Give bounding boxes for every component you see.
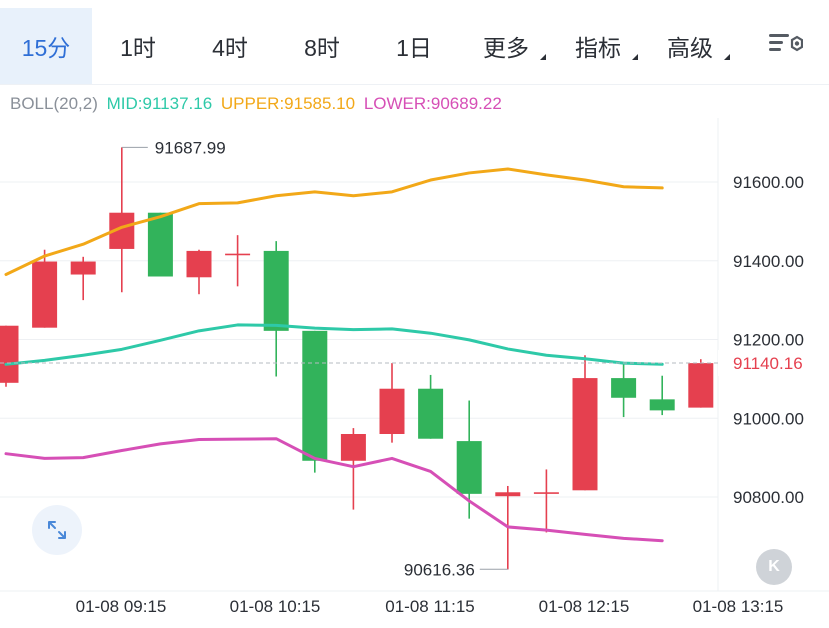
candle-body xyxy=(225,253,251,256)
boll-mid-line xyxy=(4,323,664,366)
tab-indicators[interactable]: 指标 xyxy=(552,8,644,84)
y-tick-label: 90800.00 xyxy=(733,488,804,507)
tab-15min[interactable]: 15分 xyxy=(0,8,92,84)
tab-4h[interactable]: 4时 xyxy=(184,8,276,84)
boll-legend: BOLL(20,2) MID:91137.16 UPPER:91585.10 L… xyxy=(10,94,506,114)
candle-body xyxy=(0,325,19,383)
tab-more[interactable]: 更多 xyxy=(460,8,552,84)
candle-body xyxy=(186,250,212,278)
y-tick-label: 91000.00 xyxy=(733,409,804,428)
candle-body xyxy=(572,378,598,491)
min-price-label: 90616.36 xyxy=(404,560,475,579)
last-price-label: 91140.16 xyxy=(733,354,803,373)
caret-down-icon xyxy=(540,54,546,60)
caret-down-icon xyxy=(632,54,638,60)
interval-tab-bar: 15分 1时 4时 8时 1日 更多 指标 高级 xyxy=(0,8,829,85)
boll-mid-value: MID:91137.16 xyxy=(106,94,213,113)
x-tick-label: 01-08 10:15 xyxy=(230,597,321,616)
candle-body xyxy=(688,363,714,408)
candle-body xyxy=(263,250,289,331)
candle-body xyxy=(147,212,173,277)
chart-settings-icon[interactable] xyxy=(767,28,804,58)
candle-body xyxy=(495,492,521,497)
boll-lower-line xyxy=(4,437,664,543)
candle-body xyxy=(302,330,328,461)
candle-body xyxy=(379,388,405,434)
boll-name: BOLL(20,2) xyxy=(10,94,98,113)
candle-body xyxy=(418,388,444,439)
tab-8h[interactable]: 8时 xyxy=(276,8,368,84)
x-tick-label: 01-08 12:15 xyxy=(539,597,630,616)
boll-lower-value: LOWER:90689.22 xyxy=(363,94,502,113)
caret-down-icon xyxy=(724,54,730,60)
y-tick-label: 91200.00 xyxy=(733,331,804,350)
tab-1d[interactable]: 1日 xyxy=(368,8,460,84)
candle-body xyxy=(32,261,58,328)
y-tick-label: 91600.00 xyxy=(733,173,804,192)
candle-body xyxy=(340,434,366,461)
candle-body xyxy=(533,492,559,494)
candle-body xyxy=(70,261,96,275)
k-collapse-icon[interactable]: K xyxy=(756,549,792,585)
boll-upper-line xyxy=(4,167,664,277)
candle-body xyxy=(456,441,482,494)
tab-1h[interactable]: 1时 xyxy=(92,8,184,84)
candle-body xyxy=(649,399,675,411)
max-price-label: 91687.99 xyxy=(155,138,226,157)
candle-body xyxy=(611,378,637,398)
x-tick-label: 01-08 13:15 xyxy=(693,597,784,616)
x-tick-label: 01-08 11:15 xyxy=(385,597,474,616)
kline-chart[interactable]: 91140.16 91600.00 91400.00 91200.00 91000.00… xyxy=(0,118,829,618)
boll-upper-value: UPPER:91585.10 xyxy=(220,94,356,113)
y-tick-label: 91400.00 xyxy=(733,252,804,271)
tab-advanced[interactable]: 高级 xyxy=(644,8,736,84)
x-tick-label: 01-08 09:15 xyxy=(76,597,167,616)
expand-icon[interactable] xyxy=(32,505,82,555)
